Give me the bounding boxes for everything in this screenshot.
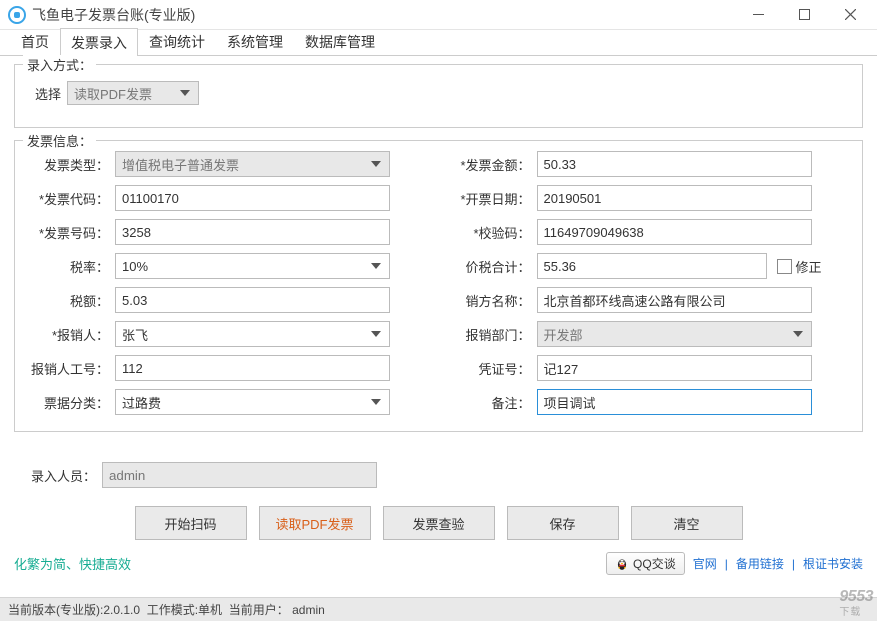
invoice-number-input[interactable] bbox=[115, 219, 390, 245]
status-mode-label: 工作模式: bbox=[147, 601, 198, 618]
invoice-fieldset: 发票信息： 发票类型： 增值税电子普通发票 *发票金额： *发票代码： *开票日… bbox=[14, 140, 863, 432]
correction-label: 修正 bbox=[796, 257, 822, 276]
link-backup[interactable]: 备用链接 bbox=[736, 555, 784, 572]
taxamount-label: 税额： bbox=[27, 291, 115, 310]
number-label: *发票号码： bbox=[27, 223, 115, 242]
qq-icon bbox=[615, 557, 629, 571]
read-pdf-button[interactable]: 读取PDF发票 bbox=[259, 506, 371, 540]
link-cert[interactable]: 根证书安装 bbox=[803, 555, 863, 572]
titlebar: 飞鱼电子发票台账(专业版) bbox=[0, 0, 877, 30]
tab-system[interactable]: 系统管理 bbox=[216, 27, 294, 55]
tab-bar: 首页 发票录入 查询统计 系统管理 数据库管理 bbox=[0, 30, 877, 56]
scan-button[interactable]: 开始扫码 bbox=[135, 506, 247, 540]
category-select[interactable]: 过路费 bbox=[115, 389, 390, 415]
app-icon bbox=[8, 6, 26, 24]
minimize-button[interactable] bbox=[735, 0, 781, 30]
invoice-code-input[interactable] bbox=[115, 185, 390, 211]
voucher-label: 凭证号： bbox=[449, 359, 537, 378]
type-label: 发票类型： bbox=[27, 155, 115, 174]
maximize-button[interactable] bbox=[781, 0, 827, 30]
qq-chat-button[interactable]: QQ交谈 bbox=[606, 552, 685, 575]
invoice-type-select[interactable]: 增值税电子普通发票 bbox=[115, 151, 390, 177]
invoice-total-input[interactable] bbox=[537, 253, 767, 279]
taxrate-label: 税率： bbox=[27, 257, 115, 276]
tax-rate-select[interactable]: 10% bbox=[115, 253, 390, 279]
invoice-check-input[interactable] bbox=[537, 219, 812, 245]
status-version: 2.0.1.0 bbox=[103, 603, 140, 617]
entry-select-label: 选择 bbox=[27, 84, 67, 103]
code-label: *发票代码： bbox=[27, 189, 115, 208]
status-bar: 当前版本(专业版):2.0.1.0 工作模式:单机 当前用户： admin bbox=[0, 597, 877, 621]
reimburser-label: *报销人： bbox=[27, 325, 115, 344]
entry-mode-legend: 录入方式： bbox=[23, 55, 96, 74]
status-version-label: 当前版本(专业版): bbox=[8, 601, 103, 618]
empno-label: 报销人工号： bbox=[27, 359, 115, 378]
emp-no-input[interactable] bbox=[115, 355, 390, 381]
entry-mode-fieldset: 录入方式： 选择 读取PDF发票 bbox=[14, 64, 863, 128]
invoice-date-input[interactable] bbox=[537, 185, 812, 211]
tab-database[interactable]: 数据库管理 bbox=[294, 27, 386, 55]
total-label: 价税合计： bbox=[449, 257, 537, 276]
window-title: 飞鱼电子发票台账(专业版) bbox=[32, 5, 735, 25]
operator-label: 录入人员： bbox=[14, 466, 102, 485]
seller-label: 销方名称： bbox=[449, 291, 537, 310]
category-label: 票据分类： bbox=[27, 393, 115, 412]
seller-input[interactable] bbox=[537, 287, 812, 313]
invoice-legend: 发票信息： bbox=[23, 131, 96, 150]
voucher-input[interactable] bbox=[537, 355, 812, 381]
tax-amount-input[interactable] bbox=[115, 287, 390, 313]
link-official[interactable]: 官网 bbox=[693, 555, 717, 572]
remark-label: 备注： bbox=[449, 393, 537, 412]
tab-invoice-entry[interactable]: 发票录入 bbox=[60, 28, 138, 56]
correction-checkbox[interactable] bbox=[777, 259, 792, 274]
clear-button[interactable]: 清空 bbox=[631, 506, 743, 540]
tab-query[interactable]: 查询统计 bbox=[138, 27, 216, 55]
save-button[interactable]: 保存 bbox=[507, 506, 619, 540]
dept-label: 报销部门： bbox=[449, 325, 537, 344]
status-user-label: 当前用户： bbox=[229, 601, 289, 618]
status-user: admin bbox=[292, 603, 325, 617]
check-label: *校验码： bbox=[449, 223, 537, 242]
entry-mode-select[interactable]: 读取PDF发票 bbox=[67, 81, 199, 105]
status-mode: 单机 bbox=[198, 601, 222, 618]
footer-links: 化繁为简、快捷高效 QQ交谈 官网 | 备用链接 | 根证书安装 bbox=[0, 548, 877, 579]
remark-input[interactable] bbox=[537, 389, 812, 415]
operator-input bbox=[102, 462, 377, 488]
amount-label: *发票金额： bbox=[449, 155, 537, 174]
reimburser-select[interactable]: 张飞 bbox=[115, 321, 390, 347]
invoice-amount-input[interactable] bbox=[537, 151, 812, 177]
tab-home[interactable]: 首页 bbox=[10, 27, 60, 55]
close-button[interactable] bbox=[827, 0, 873, 30]
verify-button[interactable]: 发票查验 bbox=[383, 506, 495, 540]
dept-select[interactable]: 开发部 bbox=[537, 321, 812, 347]
slogan: 化繁为简、快捷高效 bbox=[14, 554, 131, 573]
date-label: *开票日期： bbox=[449, 189, 537, 208]
